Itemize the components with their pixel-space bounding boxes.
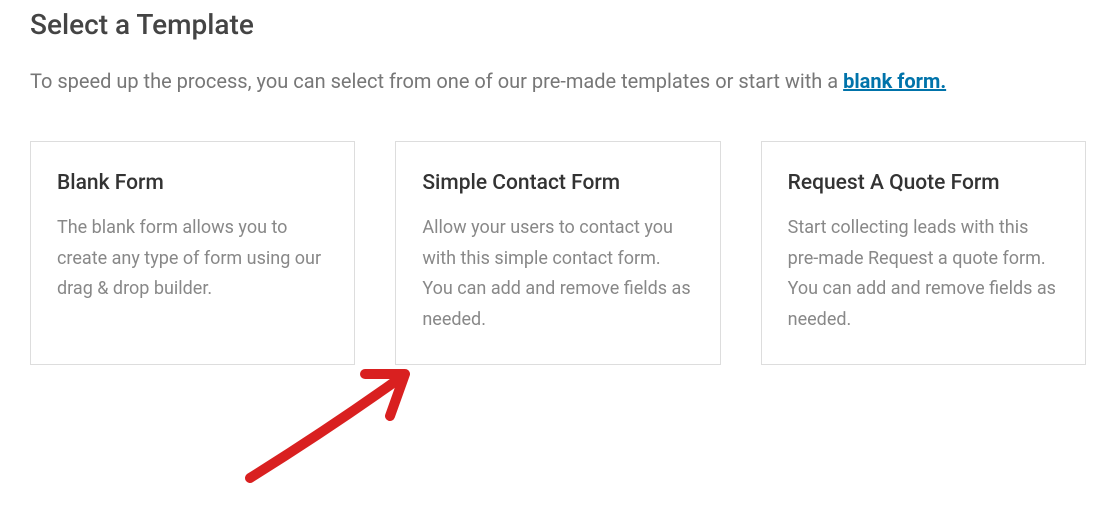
intro-text: To speed up the process, you can select …	[30, 65, 1086, 97]
template-card-simple-contact-form[interactable]: Simple Contact Form Allow your users to …	[395, 141, 720, 365]
card-desc: Allow your users to contact you with thi…	[422, 213, 693, 335]
template-card-request-quote-form[interactable]: Request A Quote Form Start collecting le…	[761, 141, 1086, 365]
card-title: Simple Contact Form	[422, 170, 693, 197]
card-title: Blank Form	[57, 170, 328, 197]
template-card-blank-form[interactable]: Blank Form The blank form allows you to …	[30, 141, 355, 365]
page-title: Select a Template	[30, 8, 1086, 41]
card-title: Request A Quote Form	[788, 170, 1059, 197]
template-cards: Blank Form The blank form allows you to …	[30, 141, 1086, 365]
blank-form-link[interactable]: blank form.	[843, 69, 946, 93]
card-desc: Start collecting leads with this pre-mad…	[788, 213, 1059, 335]
intro-prefix: To speed up the process, you can select …	[30, 69, 843, 93]
card-desc: The blank form allows you to create any …	[57, 213, 328, 305]
